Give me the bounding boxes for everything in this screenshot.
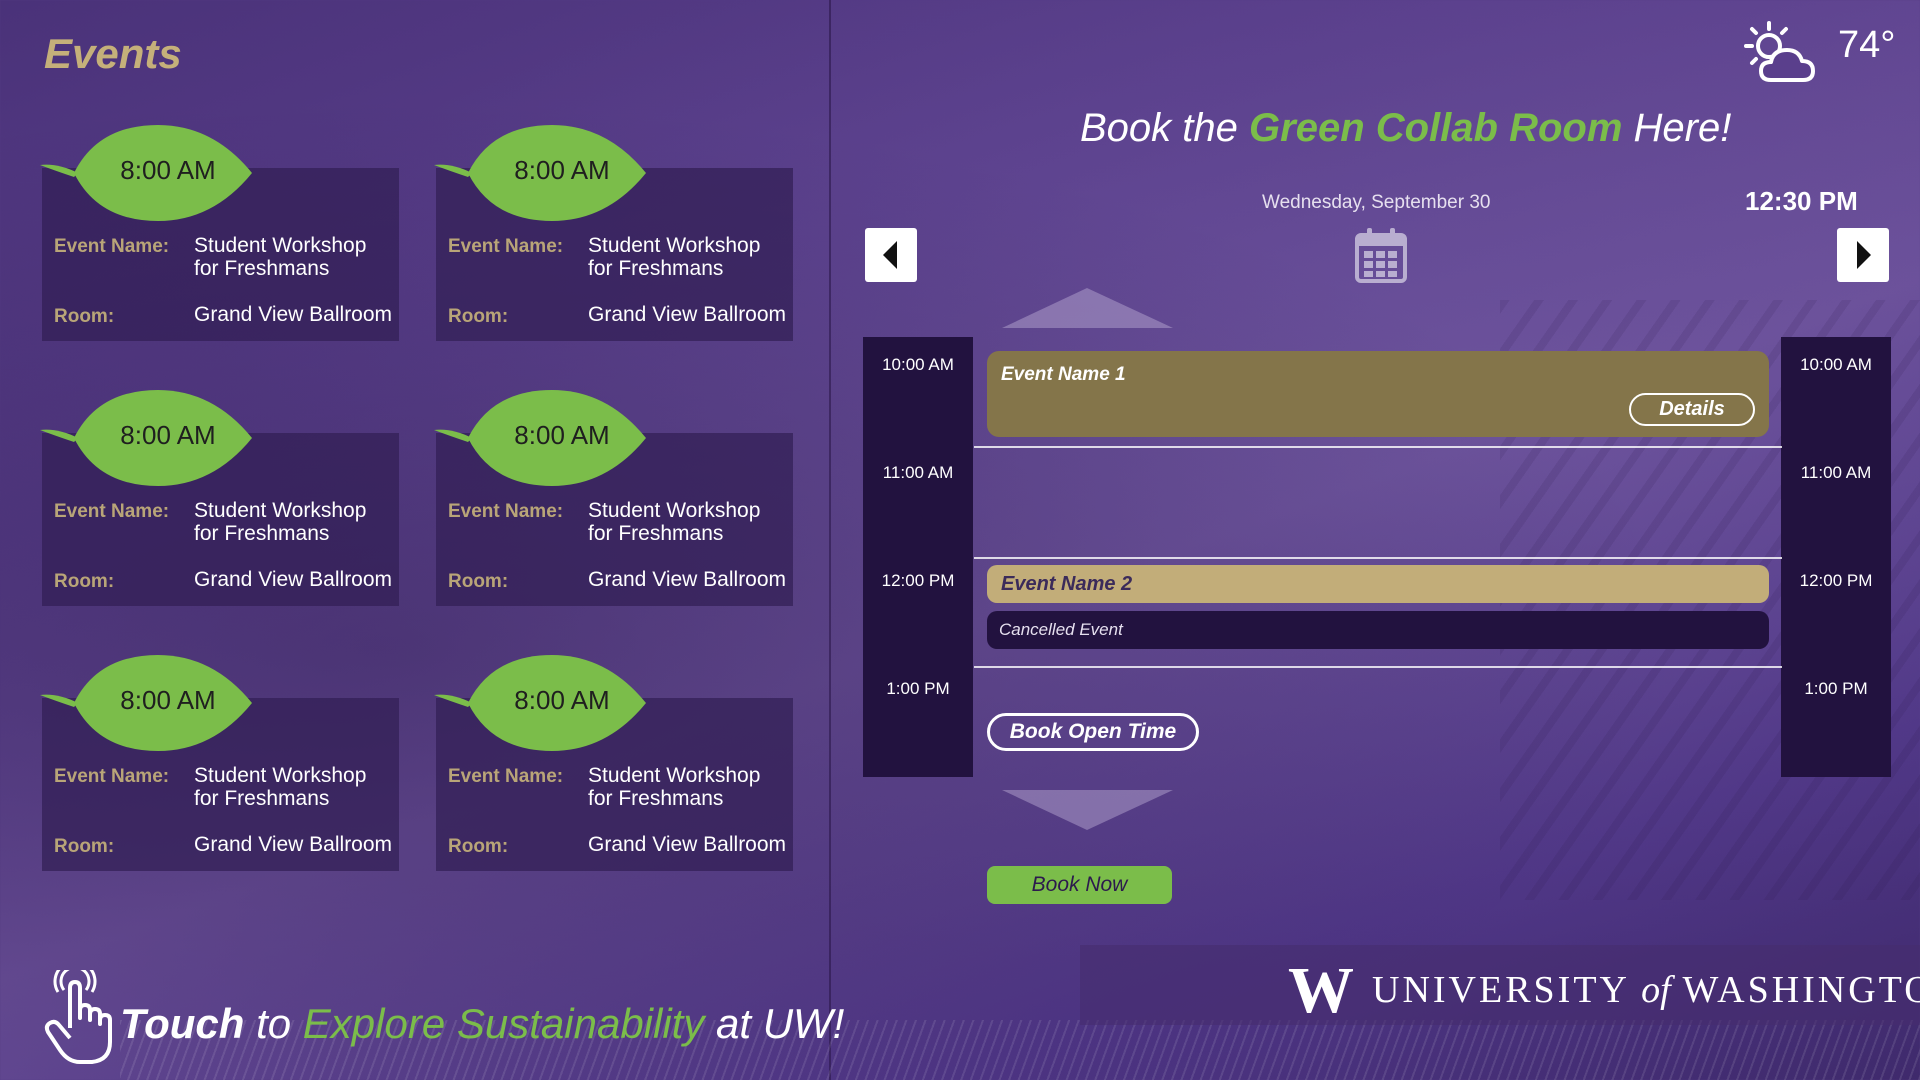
chevron-right-icon [1857, 241, 1871, 269]
event-time: 8:00 AM [514, 155, 610, 185]
hour-gridline [974, 557, 1782, 559]
leaf-time-badge: 8:00 AM [432, 651, 652, 756]
room-value: Grand View Ballroom [194, 833, 393, 856]
room-label: Room: [54, 571, 115, 592]
event-time: 8:00 AM [514, 420, 610, 450]
uw-of: of [1641, 969, 1671, 1011]
room-label: Room: [54, 306, 115, 327]
event-name: Event Name 1 [1001, 364, 1126, 385]
temperature: 74° [1838, 24, 1896, 66]
hour-gridline [974, 446, 1782, 448]
event-time: 8:00 AM [120, 685, 216, 715]
room-value: Grand View Ballroom [588, 568, 787, 591]
room-label: Room: [448, 836, 509, 857]
touch-word: Touch [120, 1000, 245, 1047]
touch-hand-icon [42, 960, 114, 1071]
event-name-label: Event Name: [54, 766, 170, 787]
book-now-button[interactable]: Book Now [987, 866, 1172, 904]
partly-cloudy-icon [1743, 20, 1819, 91]
hour-gridline [974, 666, 1782, 668]
leaf-time-badge: 8:00 AM [38, 121, 258, 226]
booking-title-suffix: Here! [1633, 106, 1732, 150]
previous-day-button[interactable] [865, 228, 917, 282]
cancelled-event-bar: Cancelled Event [987, 611, 1769, 649]
event-name-value: Student Workshop for Freshmans [588, 499, 761, 545]
details-button[interactable]: Details [1629, 393, 1755, 426]
time-label: 1:00 PM [1804, 679, 1868, 698]
event-time: 8:00 AM [120, 420, 216, 450]
book-open-time-button[interactable]: Book Open Time [987, 713, 1199, 751]
current-time: 12:30 PM [1745, 186, 1858, 216]
panel-divider [829, 0, 831, 1080]
event-time: 8:00 AM [120, 155, 216, 185]
event-block-1[interactable]: Event Name 1 Details [987, 351, 1769, 437]
event-name-value: Student Workshop for Freshmans [588, 234, 761, 280]
leaf-time-badge: 8:00 AM [432, 386, 652, 491]
time-label: 11:00 AM [882, 463, 954, 482]
events-title: Events [44, 30, 182, 77]
event-name-value: Student Workshop for Freshmans [194, 234, 367, 280]
event-name: Event Name 2 [1001, 573, 1133, 595]
room-value: Grand View Ballroom [194, 568, 393, 591]
time-label: 12:00 PM [881, 571, 955, 590]
cancelled-status: Cancelled Event [999, 620, 1123, 639]
scroll-up-arrow[interactable] [1000, 286, 1175, 330]
uw-washington: WASHINGTON [1682, 969, 1920, 1011]
event-name-label: Event Name: [448, 236, 564, 257]
leaf-time-badge: 8:00 AM [38, 651, 258, 756]
uw-university: UNIVERSITY [1372, 969, 1629, 1011]
next-day-button[interactable] [1837, 228, 1889, 282]
to-word: to [256, 1000, 292, 1047]
uw-wordmark: UNIVERSITY of WASHINGTON [1372, 968, 1920, 1012]
room-value: Grand View Ballroom [194, 303, 393, 326]
room-label: Room: [448, 571, 509, 592]
at-uw-text: at UW! [716, 1000, 845, 1047]
event-time: 8:00 AM [514, 685, 610, 715]
time-column-right: 10:00 AM 11:00 AM 12:00 PM 1:00 PM [1781, 337, 1891, 777]
room-label: Room: [448, 306, 509, 327]
scroll-down-arrow[interactable] [1000, 788, 1175, 832]
event-name-label: Event Name: [448, 501, 564, 522]
event-name-label: Event Name: [448, 766, 564, 787]
room-value: Grand View Ballroom [588, 833, 787, 856]
event-name-value: Student Workshop for Freshmans [588, 764, 761, 810]
current-date: Wednesday, September 30 [1262, 192, 1491, 213]
leaf-time-badge: 8:00 AM [38, 386, 258, 491]
time-label: 11:00 AM [1800, 463, 1872, 482]
room-label: Room: [54, 836, 115, 857]
chevron-left-icon [883, 241, 897, 269]
booking-title-prefix: Book the [1080, 106, 1238, 150]
uw-w-logo: W [1288, 954, 1354, 1027]
calendar-icon[interactable] [1354, 226, 1408, 289]
time-label: 10:00 AM [1800, 355, 1872, 374]
event-name-value: Student Workshop for Freshmans [194, 764, 367, 810]
explore-sustainability-text: Explore Sustainability [302, 1000, 705, 1047]
booking-title: Book the Green Collab Room Here! [1080, 106, 1731, 151]
event-name-label: Event Name: [54, 236, 170, 257]
leaf-time-badge: 8:00 AM [432, 121, 652, 226]
time-label: 12:00 PM [1799, 571, 1873, 590]
event-name-label: Event Name: [54, 501, 170, 522]
time-label: 1:00 PM [886, 679, 950, 698]
room-value: Grand View Ballroom [588, 303, 787, 326]
event-name-value: Student Workshop for Freshmans [194, 499, 367, 545]
time-label: 10:00 AM [882, 355, 954, 374]
time-column-left: 10:00 AM 11:00 AM 12:00 PM 1:00 PM [863, 337, 973, 777]
explore-banner[interactable]: Touch to Explore Sustainability at UW! [120, 1000, 844, 1048]
event-block-2[interactable]: Event Name 2 [987, 565, 1769, 603]
room-name: Green Collab Room [1249, 106, 1623, 150]
